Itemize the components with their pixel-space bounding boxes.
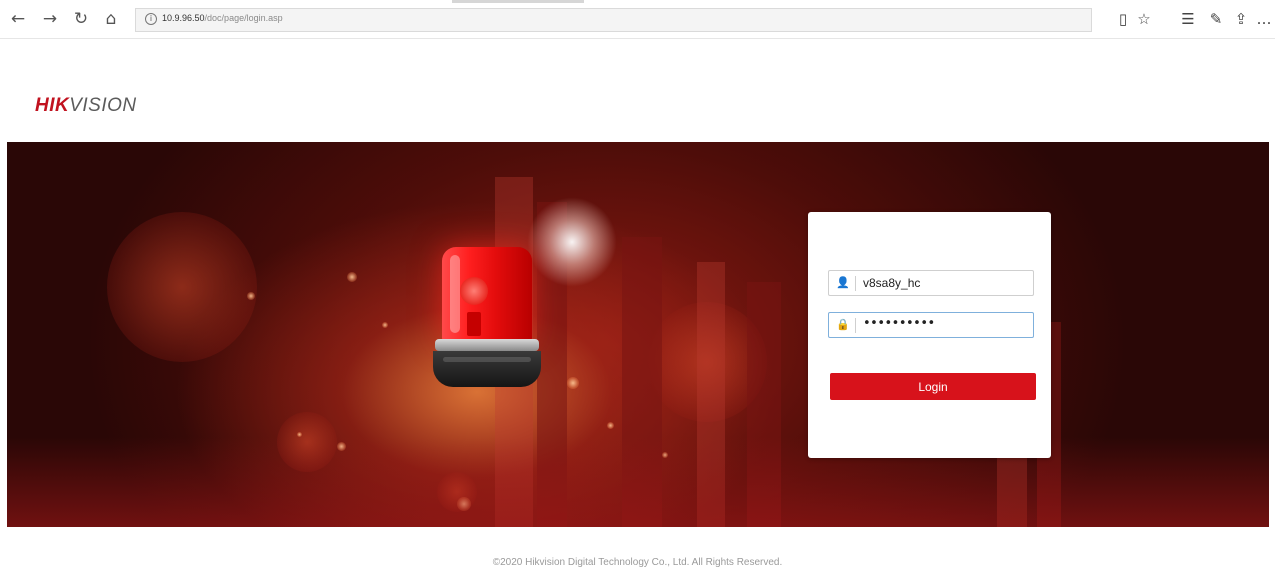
- city-skyline: [7, 437, 1269, 527]
- login-button[interactable]: Login: [830, 373, 1036, 400]
- favorites-list-icon[interactable]: ☰: [1178, 9, 1198, 29]
- spark: [607, 422, 614, 429]
- user-icon: 👤: [836, 276, 850, 289]
- address-bar[interactable]: i 10.9.96.50/doc/page/login.asp: [135, 8, 1092, 32]
- browser-toolbar: ← → ↻ ⌂ i 10.9.96.50/doc/page/login.asp …: [0, 0, 1275, 39]
- siren-illustration: [427, 247, 547, 397]
- copyright-footer: ©2020 Hikvision Digital Technology Co., …: [492, 557, 783, 568]
- refresh-icon[interactable]: ↻: [71, 9, 91, 29]
- login-panel: 👤 v8sa8y_hc 🔒 •••••••••• Login: [808, 212, 1051, 458]
- forward-icon[interactable]: →: [40, 9, 60, 29]
- password-value: ••••••••••: [863, 316, 935, 331]
- login-banner: [7, 142, 1269, 527]
- lock-icon: 🔒: [836, 318, 850, 331]
- back-icon[interactable]: ←: [8, 9, 28, 29]
- address-url[interactable]: 10.9.96.50/doc/page/login.asp: [162, 13, 283, 23]
- logo-part-hik: HIK: [35, 95, 70, 116]
- siren-core: [467, 312, 481, 336]
- spark: [347, 272, 357, 282]
- bokeh-bubble: [107, 212, 257, 362]
- field-separator: [855, 276, 856, 291]
- siren-bulb: [460, 277, 488, 305]
- address-host: 10.9.96.50: [162, 13, 205, 23]
- home-icon[interactable]: ⌂: [101, 9, 121, 29]
- logo-part-vision: VISION: [69, 95, 137, 116]
- favorite-star-icon[interactable]: ☆: [1134, 9, 1154, 29]
- address-path: /doc/page/login.asp: [204, 13, 283, 23]
- siren-ring: [435, 339, 539, 351]
- password-field[interactable]: 🔒 ••••••••••: [828, 312, 1034, 338]
- spark: [382, 322, 388, 328]
- pen-notes-icon[interactable]: ✎: [1206, 9, 1226, 29]
- field-separator: [855, 318, 856, 333]
- username-field[interactable]: 👤 v8sa8y_hc: [828, 270, 1034, 296]
- active-tab-indicator: [452, 0, 584, 3]
- reading-view-icon[interactable]: ▯: [1113, 9, 1133, 29]
- site-info-icon[interactable]: i: [145, 13, 157, 25]
- hikvision-logo: HIKVISION: [35, 95, 137, 117]
- username-value: v8sa8y_hc: [863, 276, 921, 290]
- more-icon[interactable]: …: [1256, 9, 1272, 29]
- share-icon[interactable]: ⇪: [1231, 9, 1251, 29]
- siren-base: [433, 351, 541, 387]
- spark: [567, 377, 579, 389]
- spark: [247, 292, 255, 300]
